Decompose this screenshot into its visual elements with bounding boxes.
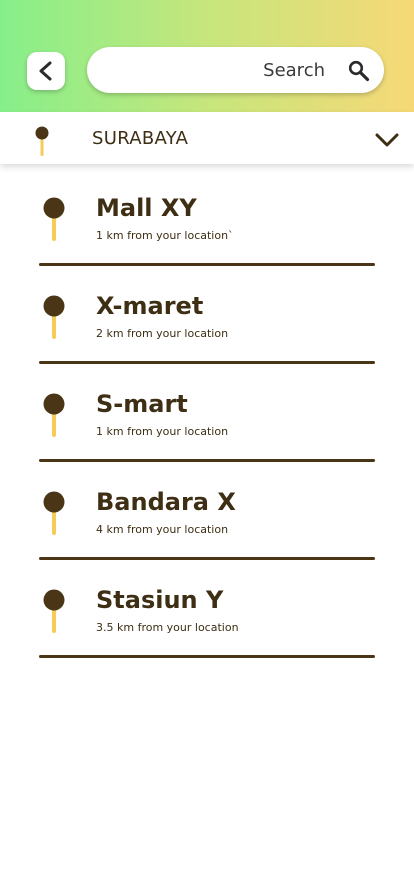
location-name: Bandara X bbox=[96, 488, 236, 516]
chevron-down-icon[interactable] bbox=[374, 131, 400, 149]
location-distance: 4 km from your location bbox=[96, 523, 229, 536]
header bbox=[0, 0, 414, 112]
list-item[interactable]: X-maret 2 km from your location bbox=[0, 262, 414, 364]
list-item[interactable]: Bandara X 4 km from your location bbox=[0, 458, 414, 560]
location-pin-icon bbox=[43, 589, 65, 633]
search-icon[interactable] bbox=[347, 59, 371, 83]
city-selector[interactable]: SURABAYA bbox=[0, 112, 414, 164]
location-name: Mall XY bbox=[96, 194, 197, 222]
list-item[interactable]: S-mart 1 km from your location bbox=[0, 360, 414, 462]
location-pin-icon bbox=[43, 491, 65, 535]
location-pin-icon bbox=[43, 393, 65, 437]
location-pin-icon bbox=[43, 295, 65, 339]
city-name: SURABAYA bbox=[92, 128, 189, 149]
search-bar[interactable] bbox=[87, 47, 384, 93]
search-input[interactable] bbox=[107, 47, 325, 93]
location-distance: 1 km from your location` bbox=[96, 229, 234, 242]
chevron-left-icon bbox=[39, 61, 52, 81]
location-name: S-mart bbox=[96, 390, 188, 418]
location-pin-icon bbox=[43, 197, 65, 241]
location-distance: 3.5 km from your location bbox=[96, 621, 239, 634]
back-button[interactable] bbox=[27, 52, 65, 90]
location-distance: 1 km from your location bbox=[96, 425, 229, 438]
divider bbox=[39, 655, 375, 658]
location-list: Mall XY 1 km from your location` X-maret… bbox=[0, 164, 414, 658]
location-name: Stasiun Y bbox=[96, 586, 224, 614]
location-name: X-maret bbox=[96, 292, 204, 320]
location-distance: 2 km from your location bbox=[96, 327, 229, 340]
list-item[interactable]: Mall XY 1 km from your location` bbox=[0, 164, 414, 266]
location-pin-icon bbox=[35, 126, 49, 156]
list-item[interactable]: Stasiun Y 3.5 km from your location bbox=[0, 556, 414, 658]
